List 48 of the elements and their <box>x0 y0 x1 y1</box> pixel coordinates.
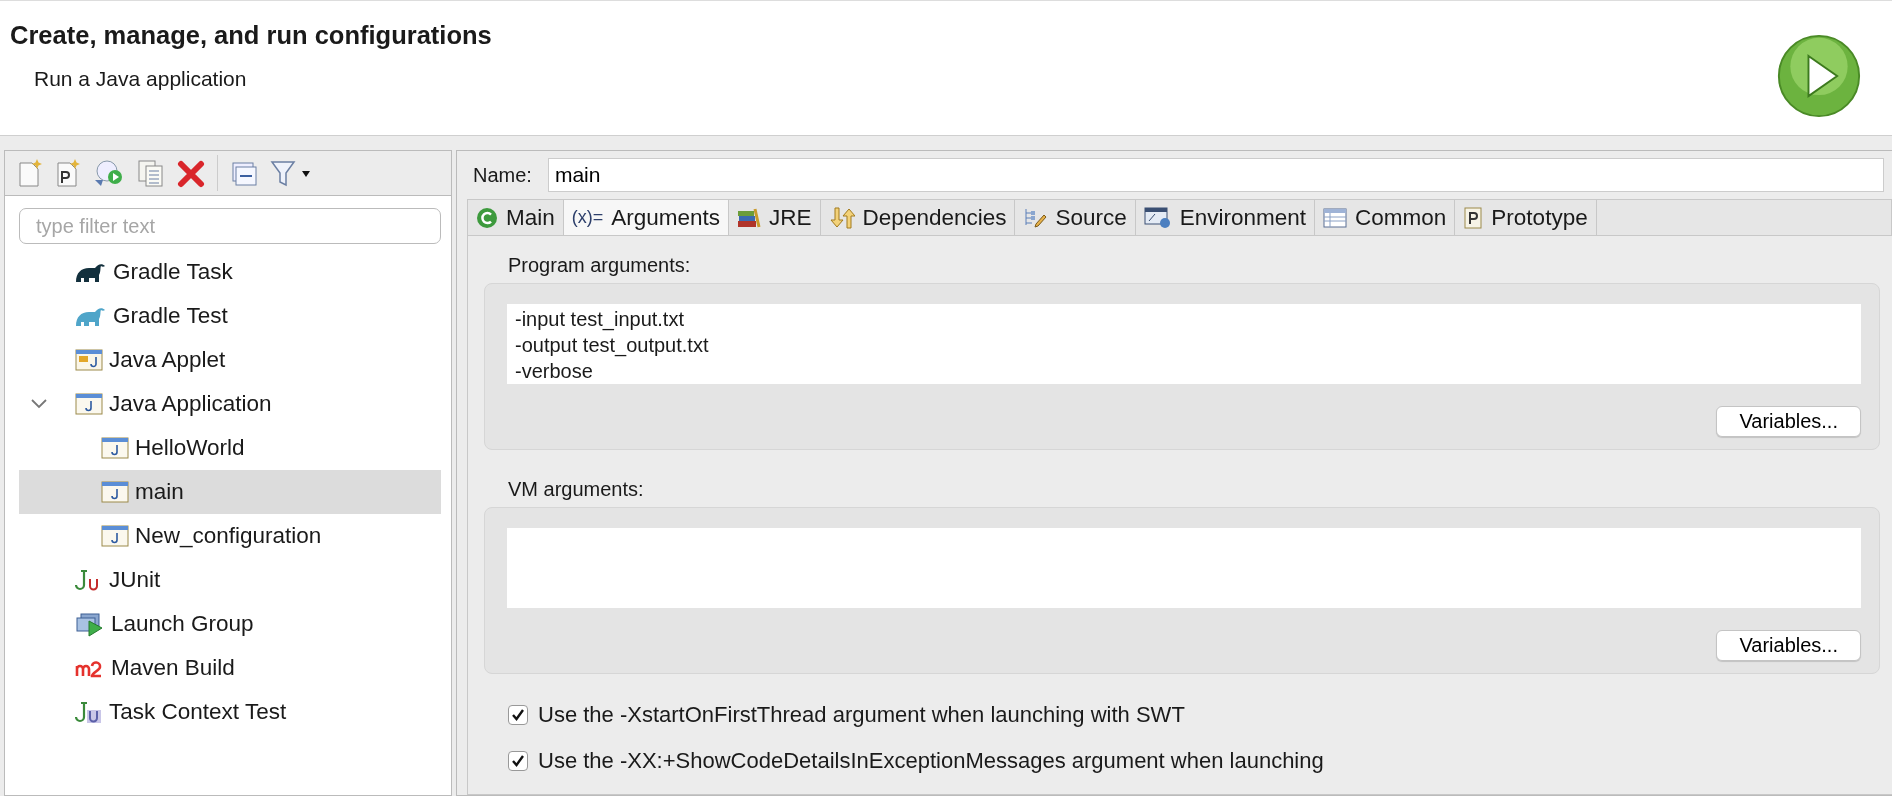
name-field[interactable]: main <box>547 158 1884 193</box>
tree-item[interactable]: Java Applet <box>19 338 441 382</box>
group-label: Program arguments: <box>508 254 692 277</box>
junit-icon <box>75 700 103 724</box>
tree-item[interactable]: Java Application <box>19 382 441 426</box>
group-label: VM arguments: <box>508 478 645 501</box>
java-window-icon <box>75 392 103 416</box>
applet-icon <box>75 348 103 372</box>
arguments-field[interactable] <box>507 528 1861 608</box>
java-window-icon <box>101 480 129 504</box>
checkbox-label: Use the -XX:+ShowCodeDetailsInExceptionMessages argument when launching <box>538 748 1324 774</box>
monitor-icon <box>1143 206 1172 229</box>
arguments-field[interactable]: -input test_input.txt -output test_output.txt -verbose <box>507 304 1861 384</box>
tree-item[interactable]: Gradle Test <box>19 294 441 338</box>
tree-item[interactable]: JUnit <box>19 558 441 602</box>
chevron-icon[interactable] <box>31 399 47 409</box>
filter-field[interactable]: type filter text <box>19 208 441 244</box>
new-prototype-icon[interactable] <box>55 158 81 188</box>
variables-button[interactable]: Variables... <box>1716 630 1861 661</box>
tree-item[interactable]: main <box>19 470 441 514</box>
launch-group-icon <box>75 611 105 637</box>
tree-item[interactable]: Gradle Task <box>19 250 441 294</box>
tree-item[interactable]: New_configuration <box>19 514 441 558</box>
play-icon <box>1776 33 1862 119</box>
export-icon[interactable] <box>93 158 125 188</box>
checkbox[interactable] <box>508 751 528 771</box>
checkbox[interactable] <box>508 705 528 725</box>
filter-icon[interactable] <box>270 158 312 188</box>
variable-icon: (x)= <box>571 207 604 229</box>
checkbox-label: Use the -XstartOnFirstThread argument when launching with SWT <box>538 702 1185 728</box>
books-icon <box>737 206 762 229</box>
java-window-icon <box>101 436 129 460</box>
c-circle-icon <box>476 206 498 229</box>
tree-item[interactable]: Maven Build <box>19 646 441 690</box>
tab[interactable]: (x)= Arguments <box>563 200 730 235</box>
variables-button[interactable]: Variables... <box>1716 406 1861 437</box>
p-document-icon <box>1463 206 1484 229</box>
dialog-title: Create, manage, and run configurations <box>10 21 492 50</box>
tree-item[interactable]: Task Context Test <box>19 690 441 734</box>
tree-item[interactable]: Launch Group <box>19 602 441 646</box>
arrows-icon <box>828 206 855 229</box>
java-window-icon <box>101 524 129 548</box>
dialog-subtitle: Run a Java application <box>34 67 248 91</box>
delete-icon[interactable] <box>177 158 205 188</box>
tree-pencil-icon <box>1023 206 1048 229</box>
tree-item[interactable]: HelloWorld <box>19 426 441 470</box>
table-icon <box>1323 206 1348 229</box>
name-label: Name: <box>473 163 532 187</box>
